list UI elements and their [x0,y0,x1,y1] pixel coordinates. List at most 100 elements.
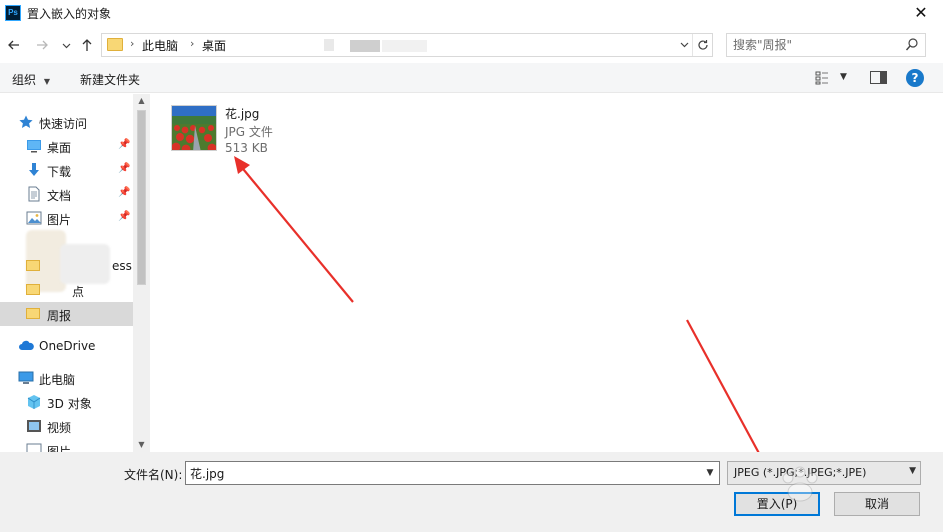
title-bar: Ps 置入嵌入的对象 ✕ [0,0,943,28]
redacted-region [350,40,380,52]
sidebar-item-label: 此电脑 [39,373,76,387]
sidebar-item-label: 桌面 [47,141,72,155]
sidebar-item-quick-access[interactable]: 快速访问 [0,110,133,134]
annotation-arrow-to-file [234,156,354,303]
caret-down-icon: ▼ [43,77,50,86]
recent-locations-button[interactable] [56,34,76,56]
sidebar-item-label: 点 [72,285,85,299]
chevron-right-icon: › [190,37,195,50]
sidebar-item-onedrive[interactable]: OneDrive [0,334,133,358]
search-box[interactable] [726,33,926,57]
pictures-icon [26,211,42,225]
sidebar-item-label: 视频 [47,421,72,435]
scroll-up-icon[interactable]: ▲ [133,94,150,108]
sidebar-item-documents[interactable]: 文档 📌 [0,182,133,206]
breadcrumb-this-pc[interactable]: 此电脑 [142,37,178,54]
sidebar-item-pictures-pc[interactable]: 图片 [0,438,133,452]
pin-icon: 📌 [118,211,131,222]
sidebar-item-label: 图片 [47,445,72,452]
sidebar-item-label: 图片 [47,213,72,227]
star-icon [19,115,33,128]
folder-icon [107,38,123,51]
pin-icon: 📌 [118,187,131,198]
organize-label: 组织 [12,73,37,87]
file-type-select[interactable]: JPEG (*.JPG;*.JPEG;*.JPE) ▼ [727,461,921,485]
dialog-title: 置入嵌入的对象 [27,7,112,21]
sidebar-item-label: 周报 [47,309,72,323]
chevron-right-icon: › [130,37,135,50]
cancel-button[interactable]: 取消 [834,492,920,516]
chevron-down-icon[interactable]: ▼ [701,462,719,484]
sidebar-item-label: OneDrive [39,339,96,353]
sidebar-item-label: 快速访问 [39,117,88,131]
pin-icon: 📌 [118,163,131,174]
sidebar-item-label: 下载 [47,165,72,179]
cloud-icon [19,340,34,350]
folder-icon [26,260,40,271]
filename-input[interactable] [190,465,690,481]
organize-button[interactable]: 组织 ▼ [12,71,50,88]
help-icon[interactable]: ? [906,69,924,87]
sidebar-item-folder[interactable]: ess [0,254,133,278]
cube-icon [27,395,41,409]
address-bar[interactable]: › 此电脑 › 桌面 [101,33,713,57]
nav-pane-scrollbar[interactable]: ▲ ▼ [133,94,150,452]
up-button[interactable] [77,34,97,56]
computer-icon [18,371,34,384]
file-size: 513 KB [225,141,268,155]
sidebar-item-label: 3D 对象 [47,397,92,411]
folder-icon [26,308,40,319]
refresh-icon [697,40,708,50]
sidebar-item-desktop[interactable]: 桌面 📌 [0,134,133,158]
chevron-down-icon [62,43,70,49]
sidebar-item-label: 文档 [47,189,72,203]
image-thumbnail [171,105,217,151]
scroll-down-icon[interactable]: ▼ [133,438,150,452]
file-type-value: JPEG (*.JPG;*.JPEG;*.JPE) [734,466,867,479]
place-button[interactable]: 置入(P) [734,492,820,516]
close-button[interactable]: ✕ [911,3,931,23]
sidebar-item-3d-objects[interactable]: 3D 对象 [0,390,133,414]
arrow-left-icon [8,40,19,50]
sidebar-item-label: ess [112,259,132,273]
file-item[interactable]: 花.jpg JPG 文件 513 KB [169,103,289,155]
sidebar-item-videos[interactable]: 视频 [0,414,133,438]
refresh-button[interactable] [692,34,712,56]
view-dropdown-icon[interactable]: ▼ [840,72,847,82]
sidebar-item-weekly-report[interactable]: 周报 [0,302,133,326]
address-history-button[interactable] [676,36,692,54]
navigation-bar: › 此电脑 › 桌面 [0,30,943,60]
breadcrumb-desktop[interactable]: 桌面 [202,37,226,54]
sidebar-item-pictures[interactable]: 图片 📌 [0,206,133,230]
pictures-icon [26,443,42,452]
sidebar-item-folder[interactable]: 点 [0,278,133,302]
video-icon [27,420,41,432]
filename-field[interactable]: ▼ [185,461,720,485]
arrow-right-icon [37,40,48,50]
search-icon [905,38,918,51]
scrollbar-thumb[interactable] [137,110,146,285]
new-folder-button[interactable]: 新建文件夹 [80,71,140,88]
navigation-pane: 快速访问 桌面 📌 下载 📌 文档 📌 图片 📌 ess 点 周报 OneDri… [0,94,150,452]
sidebar-item-downloads[interactable]: 下载 📌 [0,158,133,182]
preview-pane-icon[interactable] [870,71,887,84]
redacted-region [382,40,427,52]
file-name: 花.jpg [225,107,260,121]
place-embedded-dialog: Ps 置入嵌入的对象 ✕ › 此电脑 › 桌面 搜索"周报" 组织 ▼ 新建文件… [0,0,943,532]
arrow-up-icon [82,39,92,51]
document-icon [28,186,40,202]
forward-button[interactable] [32,34,52,56]
desktop-icon [27,140,41,153]
sidebar-item-this-pc[interactable]: 此电脑 [0,366,133,390]
back-button[interactable] [4,34,24,56]
chevron-down-icon: ▼ [909,466,916,476]
pin-icon: 📌 [118,139,131,150]
folder-icon [26,284,40,295]
command-bar: 组织 ▼ 新建文件夹 ▼ ? [0,63,943,93]
chevron-down-icon [680,42,688,48]
photoshop-app-icon: Ps [5,5,21,21]
search-input[interactable] [733,37,903,53]
redacted-region [324,39,334,51]
view-options-icon[interactable] [815,71,829,85]
file-type: JPG 文件 [225,125,273,139]
